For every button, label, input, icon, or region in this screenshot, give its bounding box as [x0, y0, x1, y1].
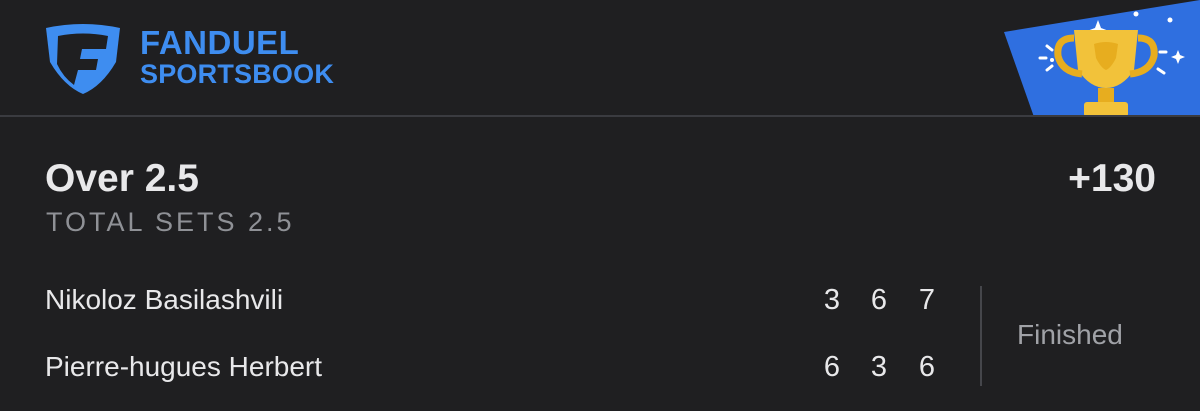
- header-bar: FANDUEL SPORTSBOOK: [0, 0, 1200, 117]
- match-status: Finished: [1017, 319, 1123, 350]
- header-divider: [0, 115, 1200, 117]
- set-score: 3: [823, 284, 841, 316]
- set-score: 6: [870, 284, 888, 316]
- trophy-icon[interactable]: [1000, 0, 1200, 117]
- set-score: 6: [823, 351, 841, 383]
- set-score: 6: [918, 351, 936, 383]
- player-name: Nikoloz Basilashvili: [45, 284, 284, 315]
- bet-odds: +130: [1068, 157, 1156, 200]
- player-name: Pierre-hugues Herbert: [45, 351, 323, 382]
- brand-subtitle: SPORTSBOOK: [140, 59, 335, 89]
- set-score: 7: [918, 284, 936, 316]
- brand-name: FANDUEL: [140, 24, 300, 61]
- bet-market: TOTAL SETS 2.5: [46, 207, 295, 237]
- set-score: 3: [870, 351, 888, 383]
- bet-selection: Over 2.5: [45, 157, 199, 200]
- status-divider: [980, 286, 982, 386]
- fanduel-shield-logo-icon: [46, 24, 120, 94]
